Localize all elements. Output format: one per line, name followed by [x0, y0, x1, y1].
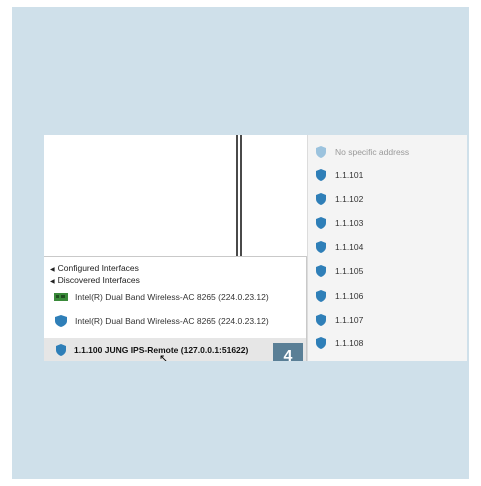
splitter-line-right[interactable] [240, 135, 242, 256]
address-item[interactable]: 1.1.105 [316, 261, 363, 281]
shield-icon [316, 241, 326, 253]
address-label: 1.1.101 [335, 170, 364, 180]
network-card-icon [54, 293, 68, 301]
address-label: 1.1.108 [335, 338, 364, 348]
expand-triangle-icon[interactable]: ◀ [50, 279, 55, 285]
address-item[interactable]: 1.1.104 [316, 237, 363, 257]
address-label: 1.1.107 [335, 315, 364, 325]
splitter-line-left[interactable] [236, 135, 238, 256]
list-item-interface-1[interactable]: Intel(R) Dual Band Wireless-AC 8265 (224… [54, 289, 269, 305]
address-item-none[interactable]: No specific address [316, 142, 409, 162]
shield-icon [316, 290, 326, 302]
address-label: 1.1.102 [335, 194, 364, 204]
address-item[interactable]: 1.1.106 [316, 286, 363, 306]
address-item[interactable]: 1.1.103 [316, 213, 363, 233]
address-label: 1.1.106 [335, 291, 364, 301]
shield-icon [316, 146, 326, 158]
selected-interface-row[interactable]: 1.1.100 JUNG IPS-Remote (127.0.0.1:51622… [44, 338, 306, 361]
address-label: 1.1.103 [335, 218, 364, 228]
collapse-triangle-icon[interactable]: ◀ [50, 267, 55, 273]
shield-icon [316, 193, 326, 205]
interface-label: Intel(R) Dual Band Wireless-AC 8265 (224… [75, 292, 269, 302]
interface-list: ◀ Configured Interfaces ◀ Discovered Inter… [44, 256, 307, 361]
shield-icon [55, 315, 67, 327]
mouse-cursor-icon: ↖ [159, 353, 169, 361]
shield-icon [316, 265, 326, 277]
group-label: Discovered Interfaces [57, 275, 140, 285]
shield-icon [316, 217, 326, 229]
shield-icon [56, 344, 66, 356]
address-item[interactable]: 1.1.101 [316, 165, 363, 185]
list-item-interface-2[interactable]: Intel(R) Dual Band Wireless-AC 8265 (224… [54, 313, 269, 329]
step-number-badge: 4 [273, 343, 303, 361]
group-label: Configured Interfaces [57, 263, 139, 273]
shield-icon [316, 169, 326, 181]
address-item[interactable]: 1.1.102 [316, 189, 363, 209]
group-discovered-interfaces[interactable]: ◀ Discovered Interfaces [50, 275, 140, 285]
interface-label: Intel(R) Dual Band Wireless-AC 8265 (224… [75, 316, 269, 326]
address-item[interactable]: 1.1.108 [316, 333, 363, 353]
screenshot-window: ◀ Configured Interfaces ◀ Discovered Inter… [44, 135, 467, 361]
address-label: 1.1.104 [335, 242, 364, 252]
address-label: 1.1.105 [335, 266, 364, 276]
group-configured-interfaces[interactable]: ◀ Configured Interfaces [50, 263, 139, 273]
shield-icon [316, 337, 326, 349]
address-item[interactable]: 1.1.107 [316, 310, 363, 330]
address-label: No specific address [335, 147, 410, 157]
address-list: No specific address 1.1.101 1.1.102 1.1.… [307, 135, 467, 361]
shield-icon [316, 314, 326, 326]
